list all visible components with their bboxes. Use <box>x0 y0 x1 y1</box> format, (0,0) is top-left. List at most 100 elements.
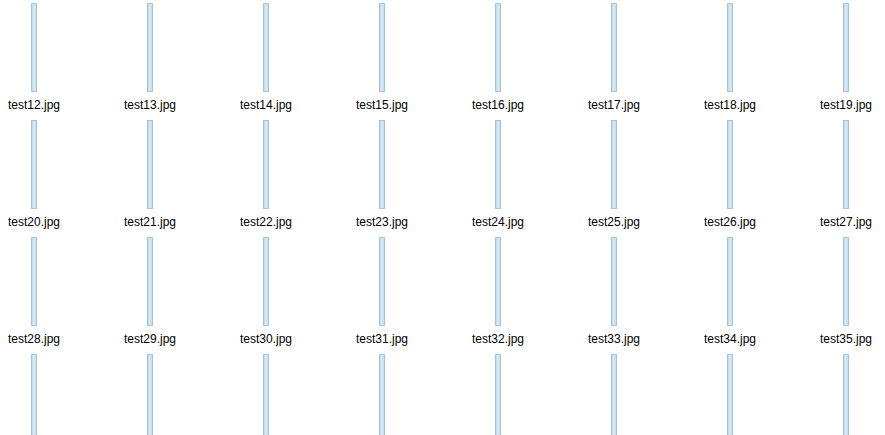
file-item[interactable]: test32.jpg <box>470 237 586 354</box>
file-name[interactable]: test16.jpg <box>470 98 526 113</box>
image-thumbnail[interactable] <box>31 3 37 92</box>
file-item[interactable]: test25.jpg <box>586 120 702 237</box>
file-item[interactable]: test33.jpg <box>586 237 702 354</box>
file-item[interactable]: test27.jpg <box>818 120 885 237</box>
file-item[interactable] <box>818 354 885 435</box>
file-name[interactable]: test14.jpg <box>238 98 294 113</box>
image-thumbnail[interactable] <box>843 120 849 209</box>
thumbnail-frame <box>818 3 874 93</box>
file-name[interactable]: test18.jpg <box>702 98 758 113</box>
image-thumbnail[interactable] <box>611 354 617 435</box>
file-name[interactable]: test28.jpg <box>6 332 62 347</box>
file-item[interactable]: test35.jpg <box>818 237 885 354</box>
file-item[interactable]: test19.jpg <box>818 3 885 120</box>
image-thumbnail[interactable] <box>727 3 733 92</box>
file-name[interactable]: test29.jpg <box>122 332 178 347</box>
image-thumbnail[interactable] <box>611 3 617 92</box>
image-thumbnail[interactable] <box>263 3 269 92</box>
thumbnail-frame <box>470 354 526 435</box>
image-thumbnail[interactable] <box>147 237 153 326</box>
file-name[interactable]: test32.jpg <box>470 332 526 347</box>
image-thumbnail[interactable] <box>31 237 37 326</box>
thumbnail-frame <box>122 237 178 327</box>
file-item[interactable] <box>354 354 470 435</box>
file-grid: test12.jpg test13.jpg test14.jpg test15.jpg… <box>0 0 885 435</box>
file-name[interactable]: test31.jpg <box>354 332 410 347</box>
file-name[interactable]: test19.jpg <box>818 98 874 113</box>
image-thumbnail[interactable] <box>843 237 849 326</box>
image-thumbnail[interactable] <box>495 3 501 92</box>
file-item[interactable]: test23.jpg <box>354 120 470 237</box>
file-name[interactable]: test27.jpg <box>818 215 874 230</box>
file-item[interactable]: test31.jpg <box>354 237 470 354</box>
image-thumbnail[interactable] <box>495 120 501 209</box>
thumbnail-frame <box>122 3 178 93</box>
image-thumbnail[interactable] <box>263 354 269 435</box>
image-thumbnail[interactable] <box>379 354 385 435</box>
file-item[interactable] <box>6 354 122 435</box>
file-item[interactable]: test14.jpg <box>238 3 354 120</box>
file-item[interactable]: test28.jpg <box>6 237 122 354</box>
image-thumbnail[interactable] <box>379 3 385 92</box>
thumbnail-frame <box>818 354 874 435</box>
file-item[interactable]: test24.jpg <box>470 120 586 237</box>
file-name[interactable]: test13.jpg <box>122 98 178 113</box>
thumbnail-frame <box>702 3 758 93</box>
thumbnail-frame <box>354 354 410 435</box>
file-item[interactable]: test15.jpg <box>354 3 470 120</box>
image-thumbnail[interactable] <box>263 120 269 209</box>
image-thumbnail[interactable] <box>31 120 37 209</box>
file-item[interactable]: test26.jpg <box>702 120 818 237</box>
file-item[interactable]: test18.jpg <box>702 3 818 120</box>
file-item[interactable] <box>702 354 818 435</box>
thumbnail-frame <box>238 120 294 210</box>
image-thumbnail[interactable] <box>727 120 733 209</box>
image-thumbnail[interactable] <box>147 3 153 92</box>
file-item[interactable] <box>238 354 354 435</box>
file-item[interactable]: test20.jpg <box>6 120 122 237</box>
file-item[interactable]: test12.jpg <box>6 3 122 120</box>
file-item[interactable] <box>122 354 238 435</box>
file-item[interactable] <box>470 354 586 435</box>
file-item[interactable]: test21.jpg <box>122 120 238 237</box>
file-item[interactable]: test13.jpg <box>122 3 238 120</box>
image-thumbnail[interactable] <box>495 354 501 435</box>
file-name[interactable]: test24.jpg <box>470 215 526 230</box>
image-thumbnail[interactable] <box>611 237 617 326</box>
file-name[interactable]: test35.jpg <box>818 332 874 347</box>
file-item[interactable]: test16.jpg <box>470 3 586 120</box>
file-name[interactable]: test34.jpg <box>702 332 758 347</box>
image-thumbnail[interactable] <box>147 120 153 209</box>
file-name[interactable]: test20.jpg <box>6 215 62 230</box>
image-thumbnail[interactable] <box>727 354 733 435</box>
file-item[interactable]: test34.jpg <box>702 237 818 354</box>
image-thumbnail[interactable] <box>31 354 37 435</box>
file-name[interactable]: test22.jpg <box>238 215 294 230</box>
file-name[interactable]: test26.jpg <box>702 215 758 230</box>
file-item[interactable]: test29.jpg <box>122 237 238 354</box>
file-name[interactable]: test12.jpg <box>6 98 62 113</box>
file-name[interactable]: test23.jpg <box>354 215 410 230</box>
file-name[interactable]: test17.jpg <box>586 98 642 113</box>
image-thumbnail[interactable] <box>147 354 153 435</box>
file-item[interactable]: test30.jpg <box>238 237 354 354</box>
image-thumbnail[interactable] <box>611 120 617 209</box>
image-thumbnail[interactable] <box>843 354 849 435</box>
image-thumbnail[interactable] <box>727 237 733 326</box>
file-name[interactable]: test21.jpg <box>122 215 178 230</box>
image-thumbnail[interactable] <box>843 3 849 92</box>
file-name[interactable]: test15.jpg <box>354 98 410 113</box>
image-thumbnail[interactable] <box>379 120 385 209</box>
thumbnail-frame <box>6 237 62 327</box>
image-thumbnail[interactable] <box>379 237 385 326</box>
file-item[interactable] <box>586 354 702 435</box>
thumbnail-frame <box>354 120 410 210</box>
image-thumbnail[interactable] <box>263 237 269 326</box>
file-name[interactable]: test33.jpg <box>586 332 642 347</box>
image-thumbnail[interactable] <box>495 237 501 326</box>
file-name[interactable]: test30.jpg <box>238 332 294 347</box>
file-item[interactable]: test17.jpg <box>586 3 702 120</box>
thumbnail-frame <box>818 120 874 210</box>
file-name[interactable]: test25.jpg <box>586 215 642 230</box>
file-item[interactable]: test22.jpg <box>238 120 354 237</box>
